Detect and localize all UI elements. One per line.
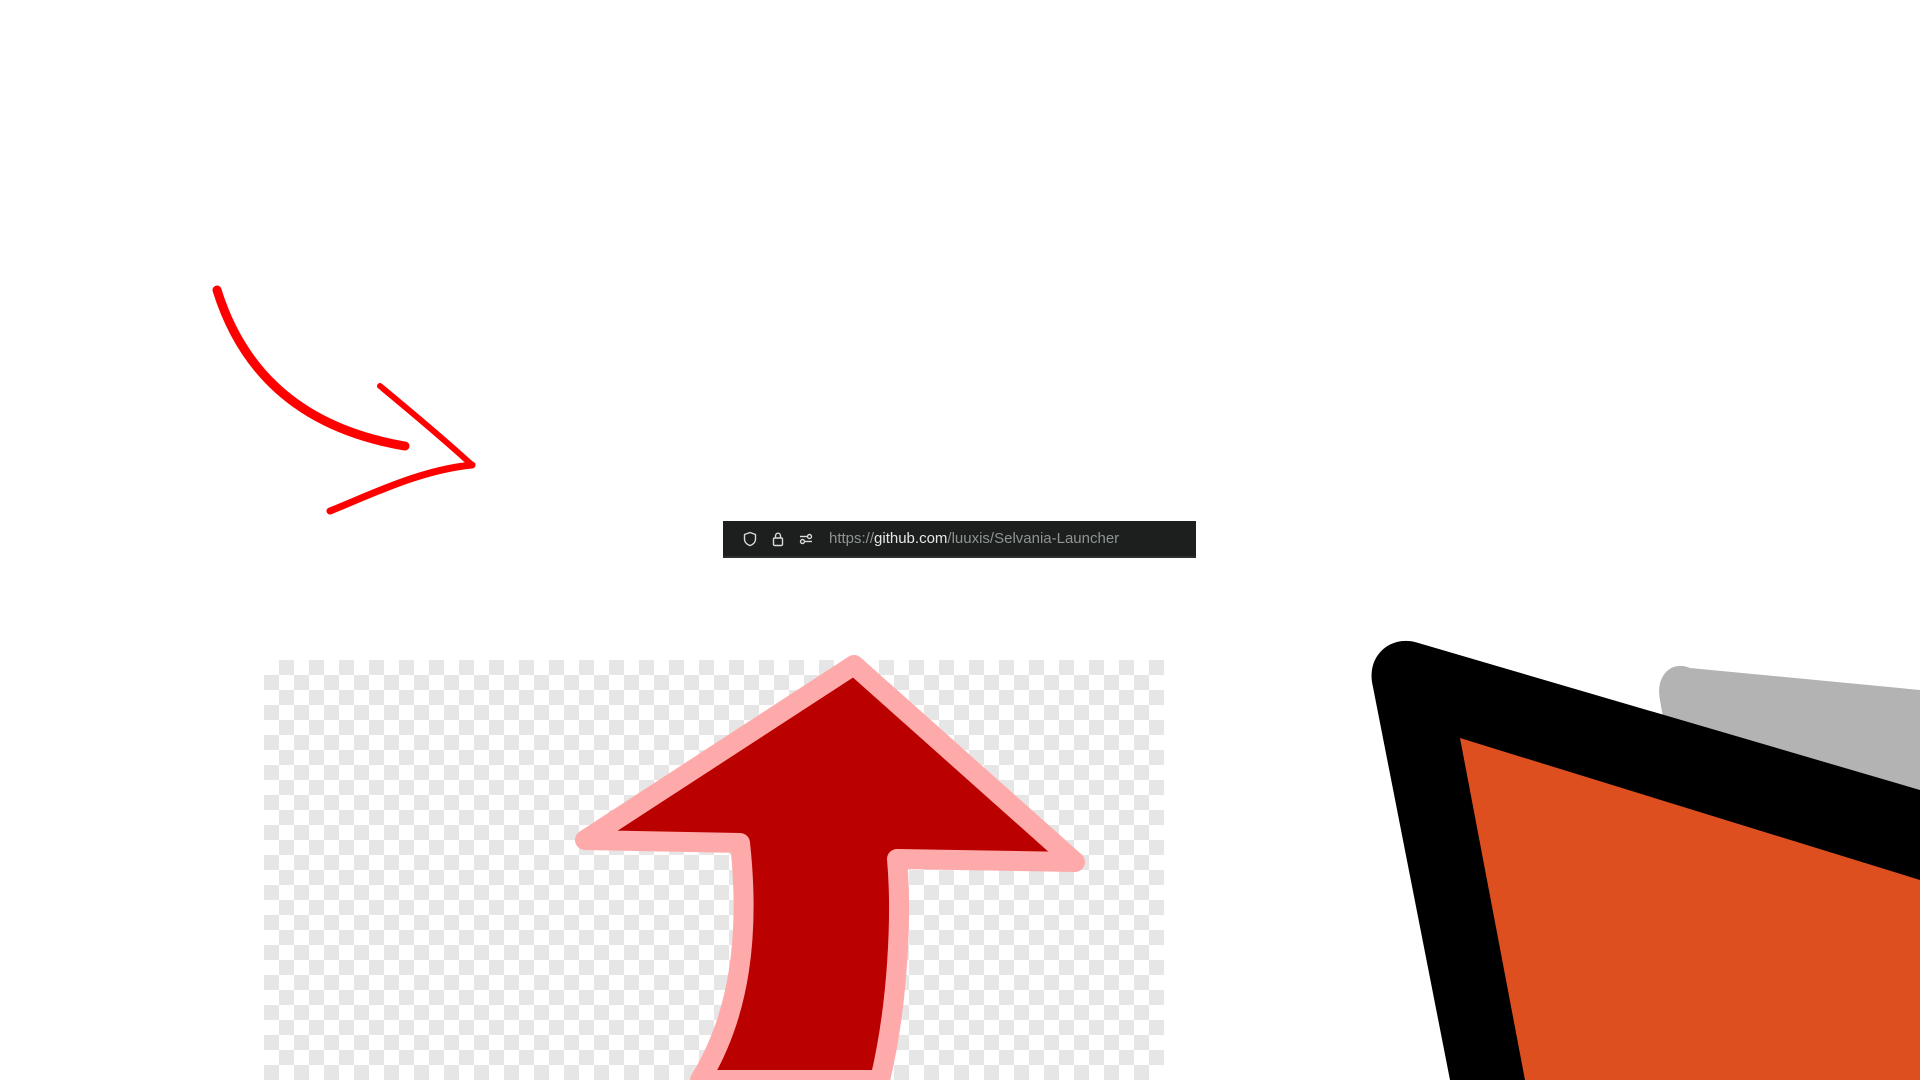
address-bar[interactable]: https://github.com/luuxis/Selvania-Launc… <box>723 521 1196 558</box>
url-path: /luuxis/Selvania-Launcher <box>947 530 1120 547</box>
url-text[interactable]: https://github.com/luuxis/Selvania-Launc… <box>829 530 1119 547</box>
canvas: https://github.com/luuxis/Selvania-Launc… <box>0 0 1920 1080</box>
lock-icon[interactable] <box>769 530 787 548</box>
shield-icon[interactable] <box>741 530 759 548</box>
orange-box-graphic <box>1371 640 1920 1080</box>
url-host: github.com <box>874 530 948 547</box>
curved-arrow-icon <box>212 285 476 515</box>
permissions-icon[interactable] <box>797 530 815 548</box>
url-scheme: https:// <box>829 530 875 547</box>
up-arrow-icon <box>575 655 1085 1080</box>
